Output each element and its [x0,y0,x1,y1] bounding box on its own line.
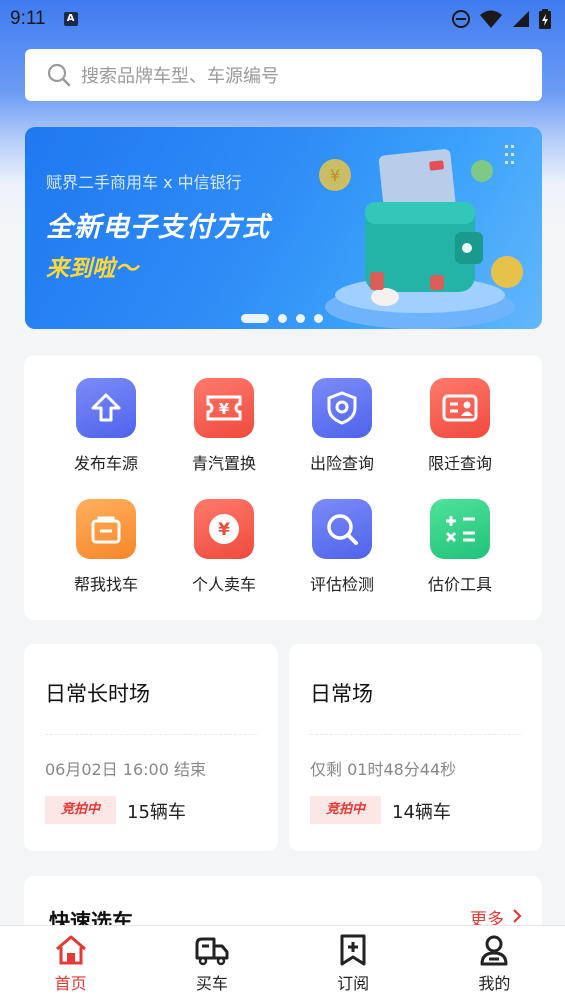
service-label: 限迁查询 [427,454,492,473]
status-bar: 9:11 A [0,0,565,38]
search-input[interactable]: 搜索品牌车型、车源编号 [25,49,542,101]
shield-icon [312,378,372,438]
service-personal-sell[interactable]: ¥ 个人卖车 [165,499,283,595]
upload-arrow-icon [76,378,136,438]
vehicle-count: 14辆车 [392,802,451,823]
divider [45,734,257,735]
service-publish-vehicle[interactable]: 发布车源 [47,378,165,474]
person-icon [480,935,508,966]
status-time: 9:11 [10,8,46,29]
service-accident-query[interactable]: 出险查询 [283,378,401,474]
yuan-coin-icon: ¥ [194,499,254,559]
notification-badge-icon: A [63,12,78,26]
banner-dot[interactable] [296,314,305,323]
battery-icon [539,9,551,29]
tab-subscribe[interactable]: 订阅 [283,926,424,1004]
session-countdown: 仅剩 01时48分44秒 [310,760,457,779]
tab-label: 首页 [54,974,87,993]
search-placeholder: 搜索品牌车型、车源编号 [81,66,279,87]
service-label: 帮我找车 [73,575,138,594]
banner-pagination [241,314,323,323]
session-time: 06月02日 16:00 结束 [45,760,207,779]
banner-dot[interactable] [314,314,323,323]
bottom-tab-bar: 首页 买车 订阅 我的 [0,925,565,1004]
service-transfer-limit-query[interactable]: 限迁查询 [401,378,519,474]
tab-home[interactable]: 首页 [0,926,141,1004]
svg-text:¥: ¥ [219,400,230,418]
auction-session-card[interactable]: 日常长时场 06月02日 16:00 结束 竞拍中 15辆车 [24,644,278,851]
magnifier-icon [312,499,372,559]
service-price-tool[interactable]: 估价工具 [401,499,519,595]
truck-icon [195,937,229,966]
svg-text:¥: ¥ [218,520,230,540]
divider [310,734,521,735]
promo-banner[interactable]: 赋界二手商用车 x 中信银行 全新电子支付方式 来到啦～ ¥ [25,127,542,329]
home-icon [55,935,86,965]
svg-text:¥: ¥ [330,166,340,185]
service-label: 评估检测 [309,575,374,594]
service-label: 估价工具 [427,575,492,594]
session-title: 日常场 [310,682,373,706]
banner-title-2: 来到啦～ [46,256,138,282]
tab-label: 订阅 [337,974,370,993]
bookmark-plus-icon [340,934,366,966]
status-badge: 竞拍中 [45,796,116,824]
chevron-right-icon[interactable] [512,908,522,924]
vehicle-count: 15辆车 [127,802,186,823]
wifi-icon [480,10,502,28]
banner-dot[interactable] [278,314,287,323]
service-evaluation[interactable]: 评估检测 [283,499,401,595]
service-find-car[interactable]: 帮我找车 [47,499,165,595]
bag-icon [76,499,136,559]
search-icon [47,63,71,87]
session-title: 日常长时场 [45,682,150,706]
calculator-icon [430,499,490,559]
wallet-illustration-icon: ¥ [319,145,523,329]
ticket-yuan-icon: ¥ [194,378,254,438]
tab-mine[interactable]: 我的 [424,926,565,1004]
service-label: 青汽置换 [191,454,256,473]
service-label: 个人卖车 [191,575,256,594]
service-trade-in[interactable]: ¥ 青汽置换 [165,378,283,474]
service-label: 出险查询 [309,454,374,473]
service-label: 发布车源 [73,454,138,473]
banner-title: 全新电子支付方式 [46,212,270,243]
tab-label: 我的 [478,974,511,993]
tab-label: 买车 [195,974,228,993]
banner-subtitle: 赋界二手商用车 x 中信银行 [46,173,242,192]
signal-icon [513,11,529,27]
service-grid: 发布车源 ¥ 青汽置换 出险查询 限迁查询 帮我找车 ¥ 个人卖车 评估检测 估… [24,355,542,620]
dnd-icon [452,10,470,28]
status-badge: 竞拍中 [310,796,381,824]
id-card-icon [430,378,490,438]
auction-session-card[interactable]: 日常场 仅剩 01时48分44秒 竞拍中 14辆车 [289,644,542,851]
tab-buy-car[interactable]: 买车 [141,926,282,1004]
banner-dot-active[interactable] [241,314,269,323]
